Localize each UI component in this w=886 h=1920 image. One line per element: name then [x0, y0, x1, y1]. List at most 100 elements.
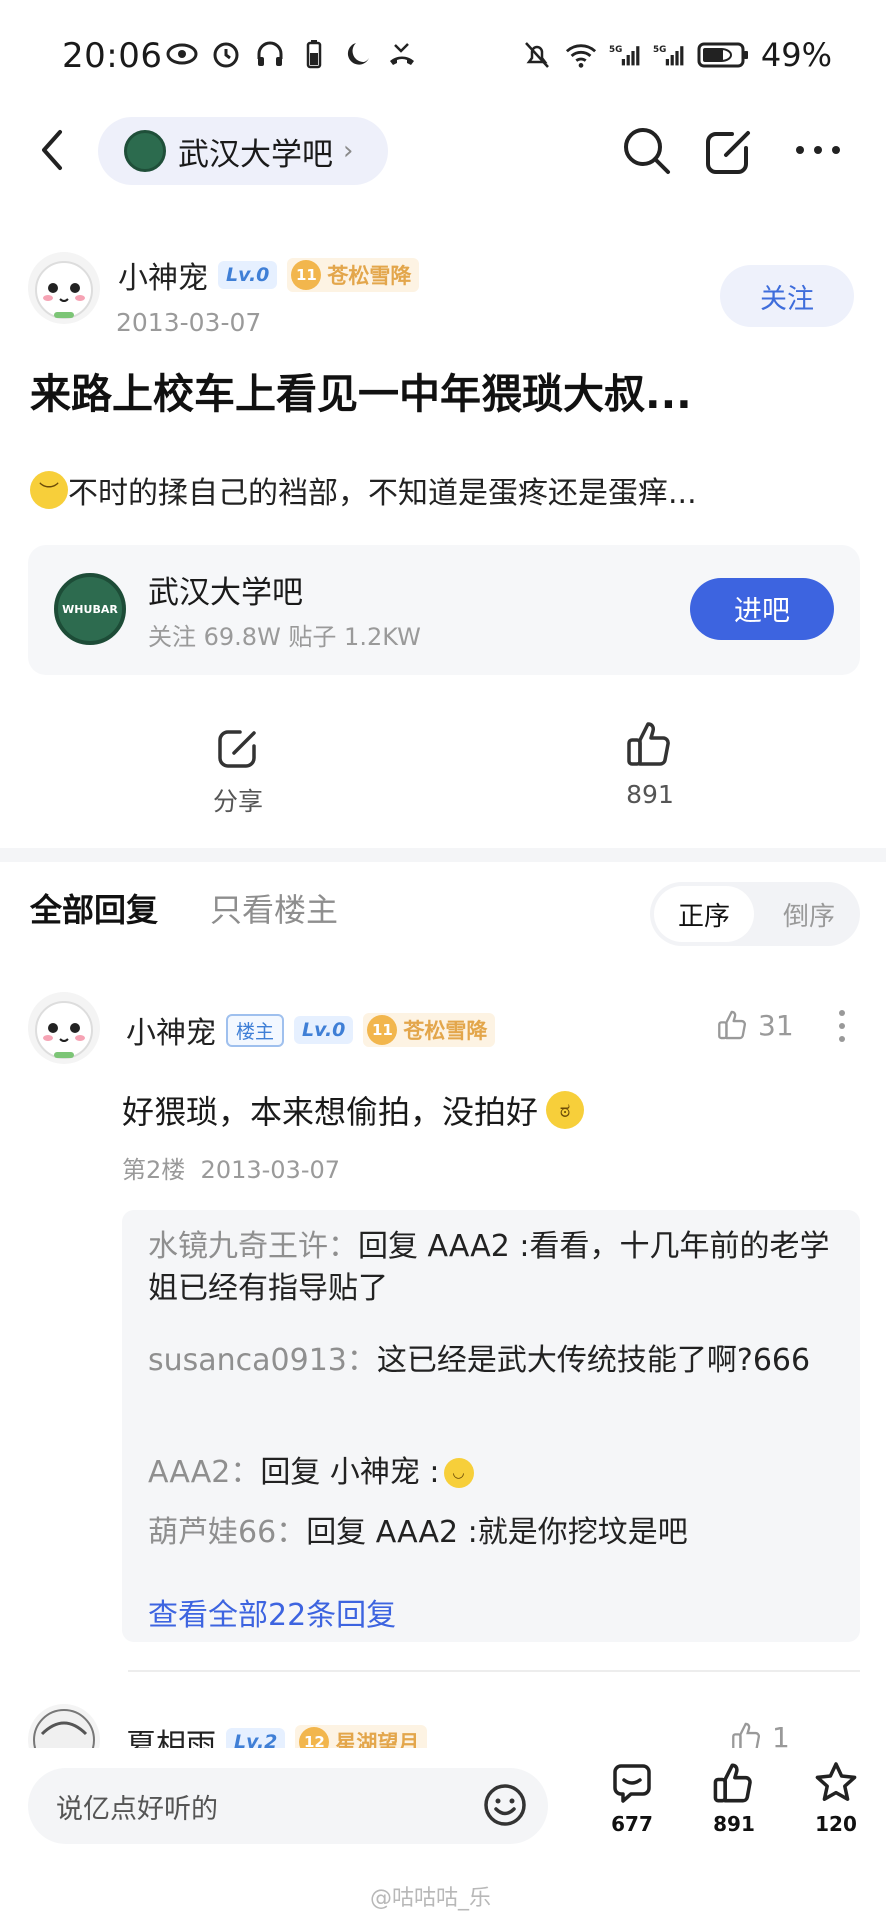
forum-pill[interactable]: 武汉大学吧 ›	[98, 117, 388, 185]
enter-forum-button[interactable]: 进吧	[690, 578, 834, 640]
reply-date: 2013-03-07	[200, 1156, 341, 1184]
missed-call-icon	[386, 38, 418, 70]
medal-title: 苍松雪降	[327, 264, 412, 288]
sub-reply-user[interactable]: susanca0913：	[148, 1343, 377, 1378]
comment-input[interactable]: 说亿点好听的	[28, 1768, 548, 1844]
edit-icon	[706, 131, 750, 174]
favorite-count: 120	[815, 1812, 857, 1836]
op-name-row: 小神宠 Lv.0 11 苍松雪降	[118, 253, 420, 297]
star-icon	[815, 1762, 857, 1801]
sub-reply: 水镜九奇王许：回复 AAA2 :看看，十几年前的老学姐已经有指导贴了	[148, 1226, 848, 1310]
medal-badge: 11 苍松雪降	[363, 1013, 496, 1047]
sort-ascending-button[interactable]: 正序	[654, 886, 754, 942]
svg-text:5G: 5G	[609, 45, 622, 55]
sketch-avatar-icon	[33, 1709, 95, 1748]
medal-number: 11	[291, 260, 322, 290]
view-all-replies-link[interactable]: 查看全部22条回复	[148, 1590, 396, 1634]
signal-5g-icon-1: 5G	[609, 39, 641, 71]
forum-card[interactable]: WHUBAR 武汉大学吧 关注 69.8W 贴子 1.2KW 进吧	[28, 545, 860, 675]
level-badge: Lv.2	[226, 1728, 286, 1748]
forum-card-name: 武汉大学吧	[148, 575, 303, 611]
op-badge: 楼主	[226, 1013, 285, 1047]
reply-avatar[interactable]	[28, 992, 100, 1064]
reply-floor: 第2楼	[122, 1156, 186, 1184]
sub-reply-text: 回复 AAA2 :就是你挖坟是吧	[306, 1515, 688, 1550]
medal-number: 11	[367, 1015, 398, 1045]
reply-author-name[interactable]: 小神宠	[126, 1008, 216, 1052]
comment-icon	[613, 1764, 651, 1803]
battery-small-icon	[298, 38, 330, 70]
thumbs-up-icon	[718, 1010, 746, 1040]
headphones-icon	[254, 38, 286, 70]
medal-title: 星湖望月	[335, 1731, 420, 1748]
next-reply-like-count: 1	[772, 1720, 790, 1749]
sub-reply-text: 这已经是武大传统技能了啊?666	[376, 1343, 811, 1378]
search-icon	[624, 128, 670, 174]
smile-icon	[484, 1784, 526, 1826]
post-date: 2013-03-07	[116, 308, 262, 337]
search-button[interactable]	[618, 122, 674, 178]
sub-reply-user[interactable]: 水镜九奇王许：	[148, 1229, 358, 1264]
next-reply-like[interactable]: 1	[730, 1720, 790, 1748]
reply-like-count: 31	[758, 1008, 794, 1042]
like-count: 891	[626, 780, 674, 809]
wifi-icon	[565, 39, 597, 71]
bottom-like-count: 891	[713, 1812, 755, 1836]
sub-replies-box[interactable]: 水镜九奇王许：回复 AAA2 :看看，十几年前的老学姐已经有指导贴了 susan…	[122, 1210, 860, 1642]
tab-all-replies[interactable]: 全部回复	[30, 885, 158, 931]
medal-badge: 12 星湖望月	[295, 1725, 428, 1748]
sub-reply: 葫芦娃66：回复 AAA2 :就是你挖坟是吧	[148, 1512, 848, 1554]
more-button[interactable]	[790, 122, 846, 178]
section-divider	[0, 848, 886, 862]
svg-text:5G: 5G	[653, 45, 666, 55]
alarm-icon	[210, 38, 242, 70]
medal-number: 12	[299, 1727, 330, 1748]
reply-meta: 第2楼 2013-03-07	[122, 1150, 340, 1185]
reply-divider	[128, 1670, 860, 1672]
sub-reply: susanca0913：这已经是武大传统技能了啊?666	[148, 1340, 848, 1382]
next-reply-name-row: 夏相雨 Lv.2 12 星湖望月	[126, 1720, 428, 1748]
sub-reply-user[interactable]: 葫芦娃66：	[148, 1515, 306, 1550]
forum-logo-icon	[124, 130, 166, 172]
share-label: 分享	[212, 787, 263, 816]
share-icon	[218, 730, 256, 768]
reply-like-button[interactable]: 31	[716, 1008, 794, 1042]
share-button[interactable]: 分享	[198, 724, 278, 818]
emoji-button[interactable]	[482, 1782, 530, 1830]
annoyed-emoji-icon: ಠ	[546, 1091, 585, 1129]
next-reply-avatar[interactable]	[28, 1704, 100, 1748]
reply-content: 好猥琐，本来想偷拍，没拍好 ಠ	[122, 1087, 585, 1133]
cartoon-avatar-icon	[35, 1001, 93, 1059]
battery-icon	[697, 39, 749, 71]
thinking-emoji-icon: ︶	[30, 471, 68, 509]
op-author-name[interactable]: 小神宠	[118, 253, 208, 297]
next-reply-partial[interactable]: 夏相雨 Lv.2 12 星湖望月 1	[0, 1690, 886, 1748]
follow-button[interactable]: 关注	[720, 265, 854, 327]
more-horizontal-icon	[796, 146, 840, 154]
sort-descending-button[interactable]: 倒序	[762, 886, 856, 942]
op-avatar[interactable]	[28, 252, 100, 324]
post-title: 来路上校车上看见一中年猥琐大叔...	[30, 370, 692, 418]
forum-pill-name: 武汉大学吧	[178, 136, 333, 173]
post-body-text: 不时的揉自己的裆部，不知道是蛋疼还是蛋痒...	[68, 476, 697, 511]
like-button[interactable]: 891	[610, 718, 690, 809]
battery-percent: 49%	[760, 36, 832, 74]
chevron-left-icon	[42, 130, 62, 170]
write-button[interactable]	[702, 122, 758, 178]
status-icons-right: 5G 5G 49%	[521, 36, 832, 74]
eye-icon	[166, 38, 198, 70]
bottom-like-button[interactable]: 891	[694, 1760, 774, 1836]
level-badge: Lv.0	[218, 261, 278, 289]
next-reply-author[interactable]: 夏相雨	[126, 1720, 216, 1748]
sub-reply-text: 回复 小神宠 :	[260, 1455, 440, 1490]
reply-name-row: 小神宠 楼主 Lv.0 11 苍松雪降	[126, 1008, 496, 1052]
reply-more-button[interactable]	[836, 1008, 848, 1044]
reply-text: 好猥琐，本来想偷拍，没拍好	[122, 1093, 539, 1131]
tab-op-only[interactable]: 只看楼主	[210, 885, 338, 931]
sub-reply-user[interactable]: AAA2：	[148, 1452, 260, 1494]
level-badge: Lv.0	[294, 1016, 354, 1044]
comments-button[interactable]: 677	[592, 1760, 672, 1836]
favorite-button[interactable]: 120	[796, 1760, 876, 1836]
forum-card-stats: 关注 69.8W 贴子 1.2KW	[148, 623, 421, 651]
back-button[interactable]	[30, 120, 74, 180]
